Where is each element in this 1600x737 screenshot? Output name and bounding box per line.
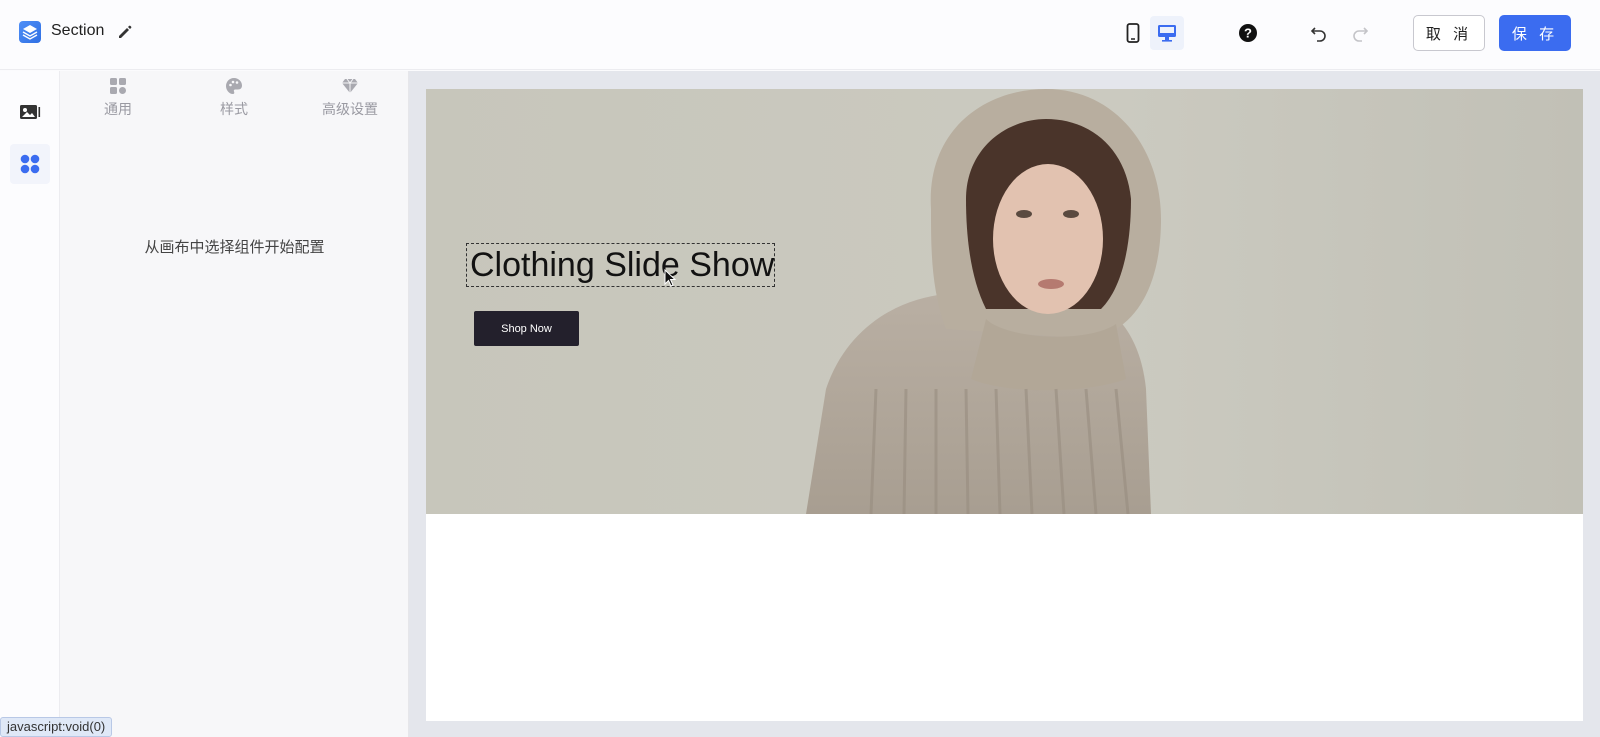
desktop-icon [1158,25,1176,42]
panel-tabs: 通用 样式 高级设置 [60,71,409,127]
diamond-icon [342,78,358,93]
mobile-icon [1126,23,1140,43]
save-button[interactable]: 保 存 [1499,15,1571,51]
image-icon [20,105,41,119]
hero-model-image [426,89,1583,514]
pencil-icon[interactable] [116,23,134,41]
page-preview: Clothing Slide Show Shop Now [426,89,1583,721]
mobile-view-button[interactable] [1116,16,1150,50]
tab-general[interactable]: 通用 [60,77,176,125]
hero-section[interactable]: Clothing Slide Show Shop Now [426,89,1583,514]
cancel-button[interactable]: 取 消 [1413,15,1485,51]
shop-now-button[interactable]: Shop Now [474,311,579,346]
empty-state-message: 从画布中选择组件开始配置 [144,239,325,256]
tab-general-label: 通用 [104,101,132,117]
components-icon [20,154,40,174]
svg-text:?: ? [1244,26,1252,41]
page-title: Section [51,22,105,39]
tab-style[interactable]: 样式 [176,77,292,125]
help-icon[interactable]: ? [1238,23,1258,43]
grid-icon [110,78,126,94]
left-rail [0,71,60,737]
device-switcher [1116,16,1184,50]
hero-title[interactable]: Clothing Slide Show [470,246,774,285]
hero-title-selection[interactable]: Clothing Slide Show [466,243,775,287]
tab-advanced-label: 高级设置 [322,101,378,117]
status-bar-url: javascript:void(0) [0,717,113,737]
media-library-button[interactable] [10,92,50,132]
desktop-view-button[interactable] [1150,16,1184,50]
undo-icon[interactable] [1309,23,1329,43]
editor-canvas: Clothing Slide Show Shop Now [409,71,1600,737]
tab-advanced[interactable]: 高级设置 [292,77,408,125]
redo-icon[interactable] [1350,23,1370,43]
components-button[interactable] [10,144,50,184]
mouse-cursor-icon [664,269,677,287]
tab-style-label: 样式 [220,101,248,117]
palette-icon [226,78,242,94]
layers-icon [19,21,41,43]
settings-panel: 通用 样式 高级设置 从画布中选择组件开始配置 [60,71,409,737]
top-bar: Section ? 取 消 保 存 [0,0,1600,70]
